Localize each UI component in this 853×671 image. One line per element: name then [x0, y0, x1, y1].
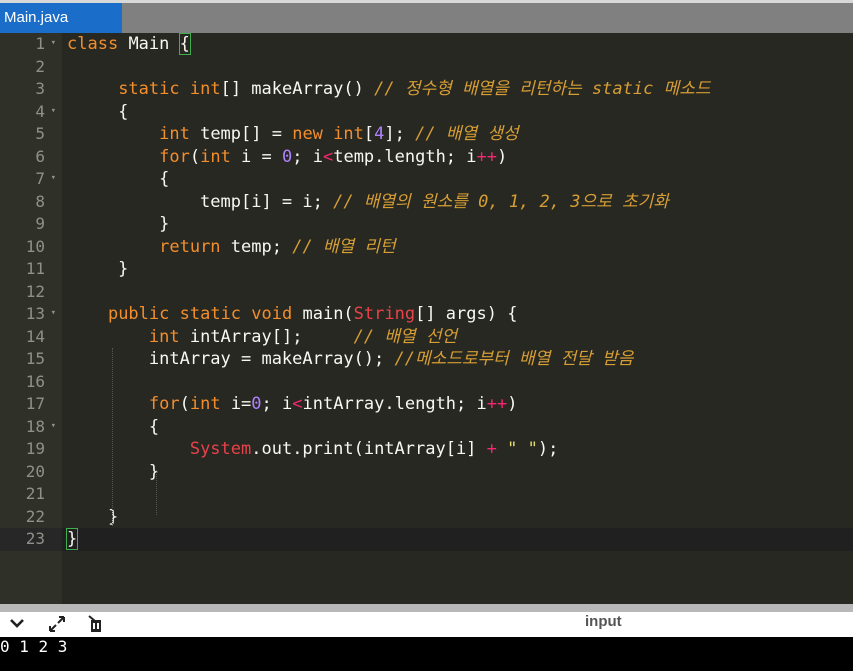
indent-guide	[156, 470, 157, 515]
code-line[interactable]: public static void main(String[] args) {	[67, 303, 518, 326]
indent-guide	[112, 348, 113, 526]
active-line-highlight	[0, 528, 853, 551]
line-number: 12	[0, 281, 62, 304]
line-number: 1 ▾	[0, 33, 62, 56]
line-number-label: 8	[35, 191, 45, 211]
line-number-label: 21	[25, 484, 45, 503]
code-line[interactable]: }	[67, 213, 169, 236]
line-number: 19	[0, 438, 62, 461]
code-line[interactable]: {	[67, 168, 169, 191]
line-number: 21	[0, 483, 62, 506]
line-number: 8	[0, 191, 62, 214]
line-number-label: 19	[25, 439, 45, 458]
line-number-label: 20	[25, 461, 45, 481]
line-number-label: 12	[25, 281, 45, 301]
line-number-label: 17	[25, 394, 45, 413]
line-number-label: 22	[25, 506, 45, 526]
panel-splitter[interactable]	[0, 604, 853, 612]
code-line[interactable]: }	[67, 461, 159, 484]
tab-main-java[interactable]: Main.java	[0, 3, 122, 33]
console-output: 0 1 2 3	[0, 637, 853, 671]
code-line[interactable]: }	[67, 506, 118, 529]
line-number-label: 15	[25, 349, 45, 368]
code-line[interactable]: return temp; // 배열 리턴	[67, 236, 396, 259]
code-line[interactable]: }	[65, 528, 79, 551]
line-number: 16	[0, 371, 62, 394]
code-line[interactable]: {	[67, 416, 159, 439]
line-number-label: 6	[35, 146, 45, 166]
fold-arrow-icon[interactable]: ▾	[51, 36, 56, 50]
line-number-label: 5	[35, 124, 45, 143]
line-number-label: 10	[25, 236, 45, 256]
clear-console-icon[interactable]	[84, 614, 106, 636]
code-line[interactable]: static int[] makeArray() // 정수형 배열을 리턴하는…	[67, 78, 710, 101]
line-number-label: 18	[25, 416, 45, 436]
code-line[interactable]: int intArray[]; // 배열 선언	[67, 326, 457, 349]
fold-arrow-icon[interactable]: ▾	[51, 171, 56, 185]
line-number: 13 ▾	[0, 303, 62, 326]
chevron-down-icon[interactable]	[6, 614, 28, 636]
line-number: 11	[0, 258, 62, 281]
code-line[interactable]: }	[67, 258, 128, 281]
code-line[interactable]: for(int i=0; i<intArray.length; i++)	[67, 393, 518, 416]
code-line[interactable]: temp[i] = i; // 배열의 원소를 0, 1, 2, 3으로 초기화	[67, 191, 669, 214]
line-number-label: 9	[35, 214, 45, 233]
line-number-label: 16	[25, 371, 45, 391]
fold-arrow-icon[interactable]: ▾	[51, 419, 56, 433]
code-line[interactable]: intArray = makeArray(); //메소드로부터 배열 전달 받…	[67, 348, 634, 371]
code-line[interactable]: class Main {	[67, 33, 191, 56]
line-number-label: 1	[35, 34, 45, 53]
line-number-label: 13	[25, 304, 45, 323]
fold-arrow-icon[interactable]: ▾	[51, 104, 56, 118]
fold-arrow-icon[interactable]: ▾	[51, 306, 56, 320]
line-number: 7 ▾	[0, 168, 62, 191]
code-line[interactable]: System.out.print(intArray[i] + " ");	[67, 438, 559, 461]
line-number: 22	[0, 506, 62, 529]
line-number: 23	[0, 528, 62, 551]
line-number-label: 2	[35, 56, 45, 76]
line-number-label: 23	[25, 529, 45, 548]
code-line[interactable]: for(int i = 0; i<temp.length; i++)	[67, 146, 507, 169]
line-number-label: 7	[35, 169, 45, 188]
line-number: 18 ▾	[0, 416, 62, 439]
line-number: 14	[0, 326, 62, 349]
line-number-label: 3	[35, 79, 45, 98]
line-number: 10	[0, 236, 62, 259]
line-number-label: 11	[25, 259, 45, 278]
code-editor[interactable]: 1 ▾ 2 3 4 ▾ 5 6 7 ▾ 8 9 10 11 12 13 ▾ 14 15 16 17 18 ▾ 19 20 21 22…	[0, 33, 853, 604]
line-number: 5	[0, 123, 62, 146]
line-number-label: 14	[25, 326, 45, 346]
line-number-label: 4	[35, 101, 45, 121]
line-number: 2	[0, 56, 62, 79]
line-number: 17	[0, 393, 62, 416]
line-number: 3	[0, 78, 62, 101]
expand-arrows-icon[interactable]	[46, 614, 68, 636]
code-line[interactable]: int temp[] = new int[4]; // 배열 생성	[67, 123, 518, 146]
tab-bar: Main.java	[0, 0, 853, 33]
line-number: 4 ▾	[0, 101, 62, 124]
line-number: 20	[0, 461, 62, 484]
code-line[interactable]: {	[67, 101, 128, 124]
input-label[interactable]: input	[585, 612, 622, 632]
line-number: 6	[0, 146, 62, 169]
console-toolbar: input	[0, 612, 853, 637]
line-number: 9	[0, 213, 62, 236]
line-number: 15	[0, 348, 62, 371]
